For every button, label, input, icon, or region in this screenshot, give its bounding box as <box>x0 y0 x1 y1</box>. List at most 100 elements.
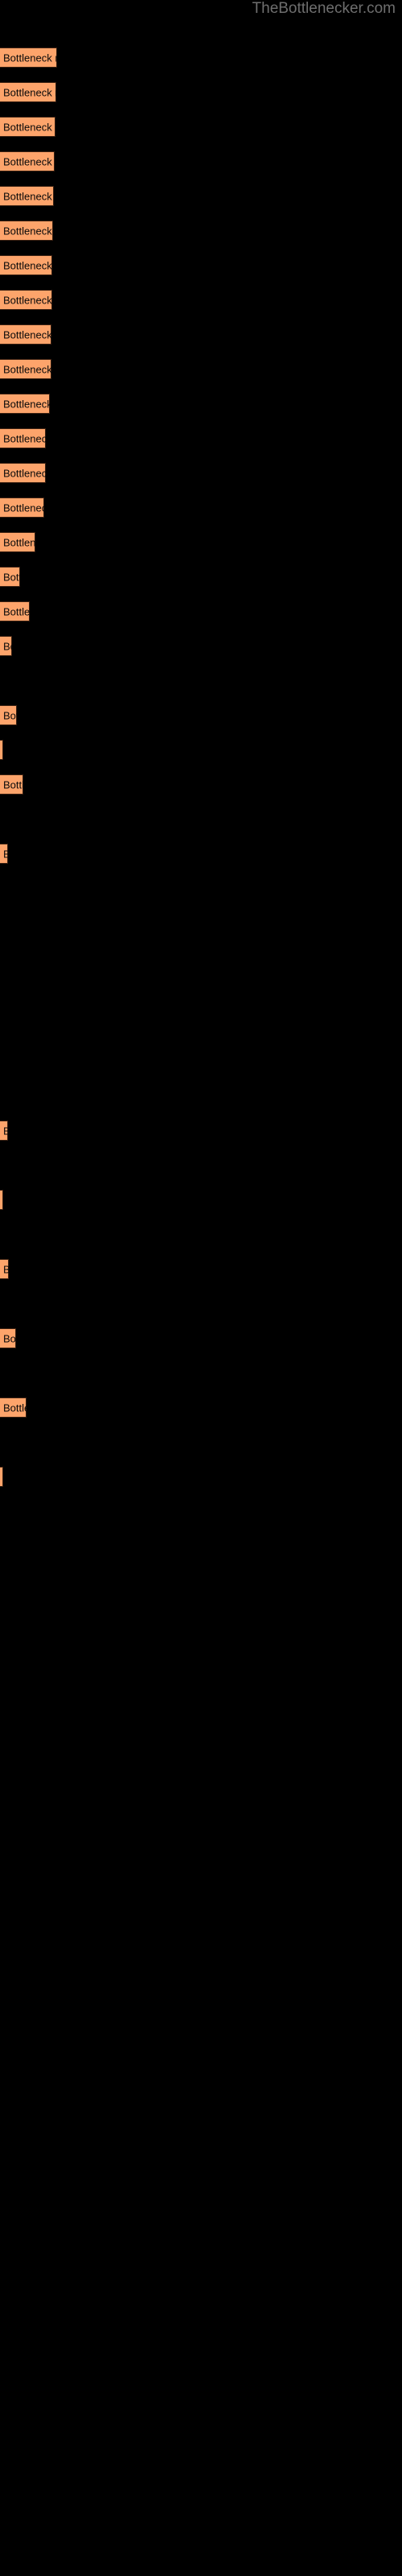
bar: Bottleneck result <box>0 532 35 552</box>
bar-row: Bottleneck result <box>0 82 402 102</box>
bar-row: Bottleneck result <box>0 359 402 379</box>
bar-label: Bottleneck result <box>3 259 52 271</box>
bar-row: Bottleneck result <box>0 47 402 68</box>
bar: Bottleneck result <box>0 186 54 206</box>
bar-label: Bottleneck result <box>3 1125 8 1137</box>
bar-label: Bottleneck result <box>3 86 56 98</box>
bar-row: Bottleneck result <box>0 394 402 414</box>
bar: Bottleneck result <box>0 82 56 102</box>
bar-row: Bottleneck result <box>0 186 402 206</box>
bar-row: Bottleneck result <box>0 567 402 587</box>
bar-label: Bottleneck result <box>3 121 55 133</box>
bar-label: Bottleneck result <box>3 52 57 64</box>
bar-row: Bottleneck result <box>0 290 402 310</box>
bar: Bottleneck result <box>0 1467 3 1487</box>
bar: Bottleneck result <box>0 1190 3 1210</box>
bar-clip: Bottleneck result <box>0 1121 8 1141</box>
bar-clip: Bottleneck result <box>0 186 54 206</box>
bar-label: Bottleneck result <box>3 640 12 652</box>
bar-clip: Bottleneck result <box>0 47 57 68</box>
bar: Bottleneck result <box>0 221 53 241</box>
bar-row: Bottleneck result <box>0 1467 402 1487</box>
bar-clip: Bottleneck result <box>0 774 23 795</box>
bar-row: Bottleneck result <box>0 1259 402 1279</box>
bottleneck-chart: TheBottlenecker.com Bottleneck resultBot… <box>0 0 402 2576</box>
bar-row: Bottleneck result <box>0 774 402 795</box>
bar-clip: Bottleneck result <box>0 740 3 760</box>
bar: Bottleneck result <box>0 844 8 864</box>
bar-row: Bottleneck result <box>0 463 402 483</box>
bar-clip: Bottleneck result <box>0 359 51 379</box>
bar-clip: Bottleneck result <box>0 705 17 725</box>
bar: Bottleneck result <box>0 463 46 483</box>
bar-clip: Bottleneck result <box>0 601 30 621</box>
bar-label: Bottleneck result <box>3 155 55 167</box>
bar-clip: Bottleneck result <box>0 1190 3 1210</box>
bar-label: Bottleneck result <box>3 709 17 721</box>
bar-label: Bottleneck result <box>3 190 54 202</box>
bar: Bottleneck result <box>0 47 57 68</box>
bar-label: Bottleneck result <box>3 571 20 583</box>
bar-row: Bottleneck result <box>0 1397 402 1418</box>
bar-clip: Bottleneck result <box>0 255 52 275</box>
bar: Bottleneck result <box>0 394 50 414</box>
bar: Bottleneck result <box>0 601 30 621</box>
bar-clip: Bottleneck result <box>0 463 46 483</box>
bar-row: Bottleneck result <box>0 636 402 656</box>
bar: Bottleneck result <box>0 740 3 760</box>
bar-label: Bottleneck result <box>3 605 30 617</box>
bar-clip: Bottleneck result <box>0 1467 3 1487</box>
bar: Bottleneck result <box>0 151 55 171</box>
bar-clip: Bottleneck result <box>0 82 56 102</box>
bar-row: Bottleneck result <box>0 428 402 448</box>
bar-clip: Bottleneck result <box>0 532 35 552</box>
bar: Bottleneck result <box>0 774 23 795</box>
bar-row: Bottleneck result <box>0 844 402 864</box>
bar-clip: Bottleneck result <box>0 844 8 864</box>
bar: Bottleneck result <box>0 497 44 518</box>
bar-row: Bottleneck result <box>0 151 402 171</box>
bar-clip: Bottleneck result <box>0 117 55 137</box>
bar-row: Bottleneck result <box>0 1121 402 1141</box>
bar: Bottleneck result <box>0 255 52 275</box>
bar-clip: Bottleneck result <box>0 221 53 241</box>
bar-label: Bottleneck result <box>3 363 51 375</box>
bar-clip: Bottleneck result <box>0 428 46 448</box>
bar-clip: Bottleneck result <box>0 1259 9 1279</box>
bar-row: Bottleneck result <box>0 532 402 552</box>
bar-row: Bottleneck result <box>0 1190 402 1210</box>
bar-label: Bottleneck result <box>3 467 46 479</box>
bar-label: Bottleneck result <box>3 536 35 548</box>
bar-label: Bottleneck result <box>3 1332 16 1344</box>
bar-clip: Bottleneck result <box>0 1328 16 1348</box>
bar-clip: Bottleneck result <box>0 636 12 656</box>
bar-row: Bottleneck result <box>0 1328 402 1348</box>
bar-clip: Bottleneck result <box>0 324 51 345</box>
bar-row: Bottleneck result <box>0 497 402 518</box>
bar-label: Bottleneck result <box>3 432 46 444</box>
bar: Bottleneck result <box>0 324 51 345</box>
bar-clip: Bottleneck result <box>0 290 52 310</box>
bar-clip: Bottleneck result <box>0 497 44 518</box>
bar-row: Bottleneck result <box>0 601 402 621</box>
bar-row: Bottleneck result <box>0 740 402 760</box>
bar: Bottleneck result <box>0 359 51 379</box>
bar: Bottleneck result <box>0 1397 27 1418</box>
bar: Bottleneck result <box>0 636 12 656</box>
bar-label: Bottleneck result <box>3 1263 9 1275</box>
bar-clip: Bottleneck result <box>0 151 55 171</box>
bar-clip: Bottleneck result <box>0 1397 27 1418</box>
bar: Bottleneck result <box>0 117 55 137</box>
bar-label: Bottleneck result <box>3 328 51 341</box>
bar-row: Bottleneck result <box>0 324 402 345</box>
bar-label: Bottleneck result <box>3 398 50 410</box>
bar-label: Bottleneck result <box>3 502 44 514</box>
bar: Bottleneck result <box>0 290 52 310</box>
bar-row: Bottleneck result <box>0 705 402 725</box>
bar-label: Bottleneck result <box>3 848 8 860</box>
bar: Bottleneck result <box>0 428 46 448</box>
bar: Bottleneck result <box>0 1328 16 1348</box>
bar: Bottleneck result <box>0 705 17 725</box>
bar-label: Bottleneck result <box>3 294 52 306</box>
bar-row: Bottleneck result <box>0 221 402 241</box>
